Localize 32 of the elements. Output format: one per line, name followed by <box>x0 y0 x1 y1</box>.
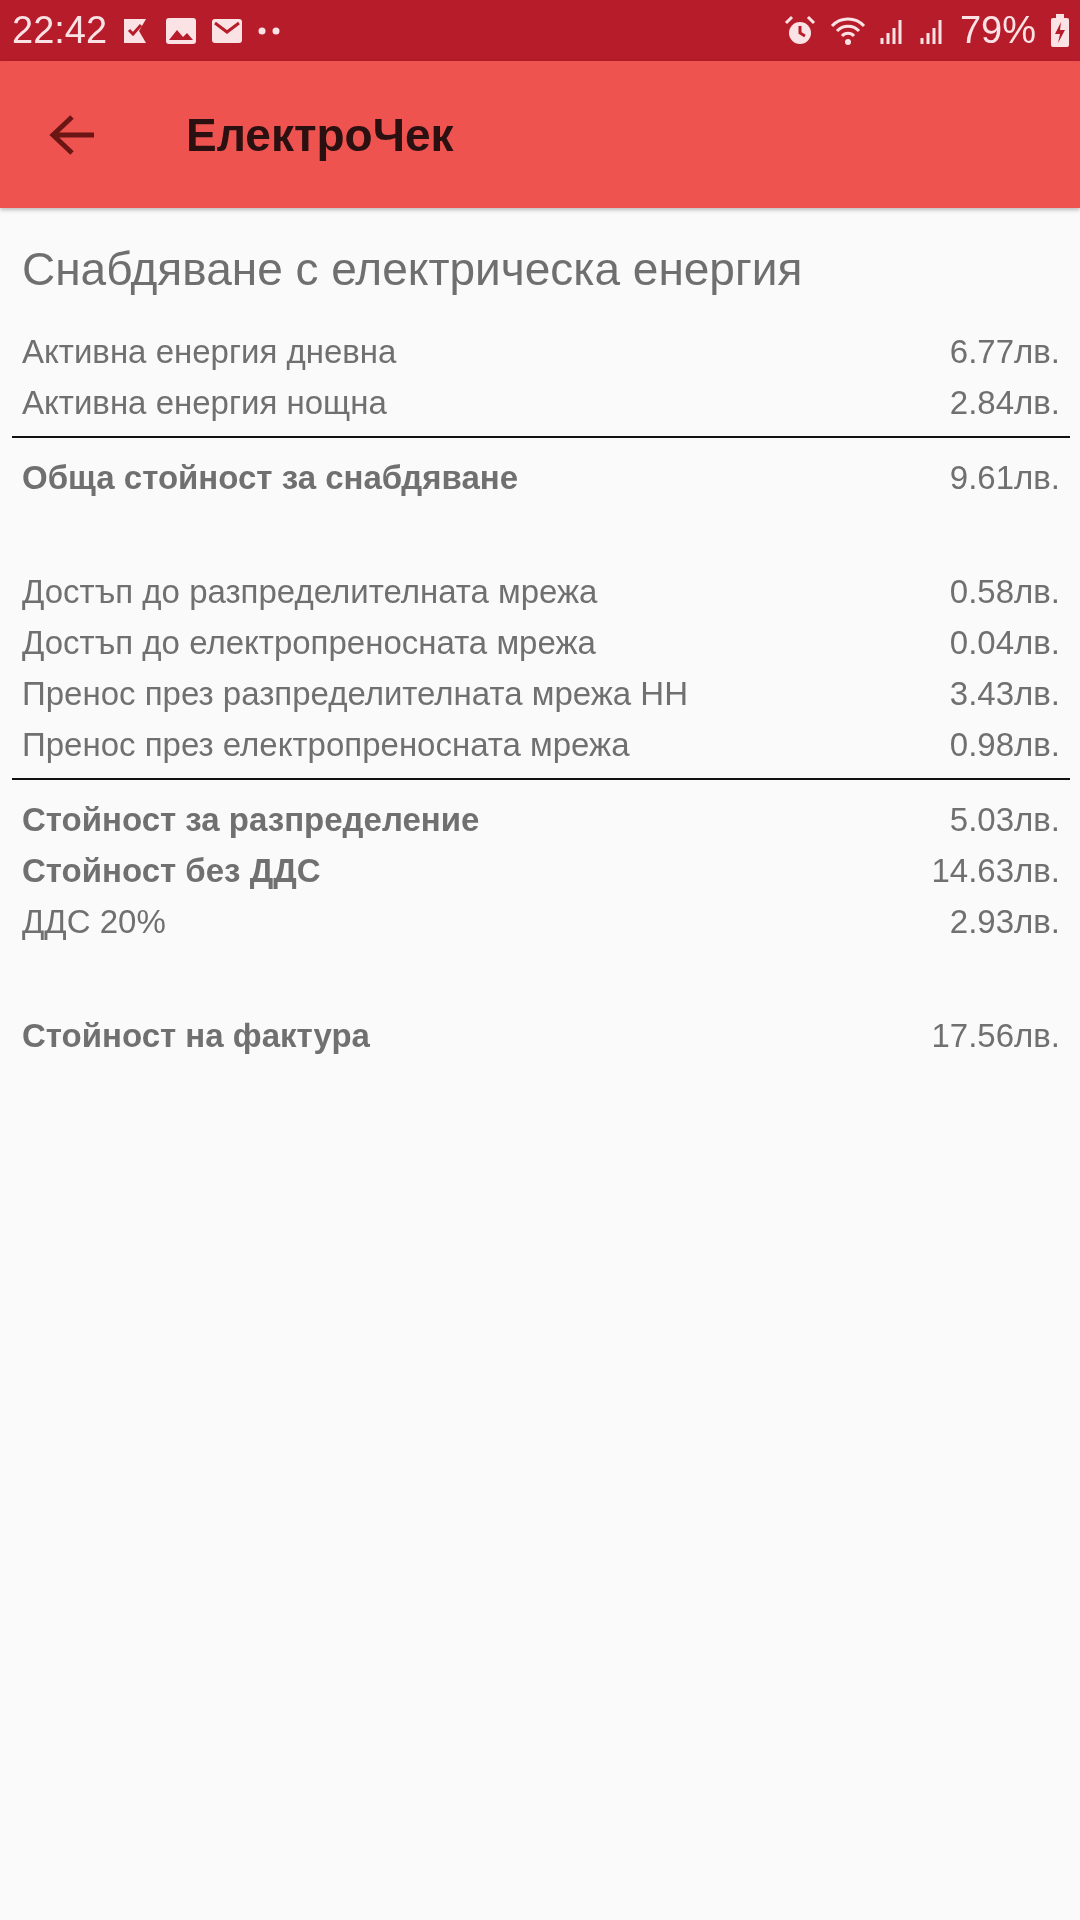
item-amount: 3.43лв. <box>949 674 1060 713</box>
item-label: Стойност без ДДС <box>22 851 321 890</box>
item-label: Достъп до електропреносната мрежа <box>22 623 596 662</box>
item-label: ДДС 20% <box>22 902 166 941</box>
status-time: 22:42 <box>12 9 108 52</box>
item-label: Активна енергия дневна <box>22 332 397 371</box>
battery-charging-icon <box>1050 13 1070 48</box>
item-amount: 14.63лв. <box>931 851 1060 890</box>
wifi-icon <box>829 15 866 46</box>
battery-percent: 79% <box>959 9 1036 52</box>
image-icon <box>165 16 198 45</box>
item-amount: 17.56лв. <box>931 1016 1060 1055</box>
item-amount: 9.61лв. <box>949 458 1060 497</box>
mail-icon <box>211 17 244 44</box>
item-label: Стойност на фактура <box>22 1016 370 1055</box>
item-label: Стойност за разпределение <box>22 800 480 839</box>
item-amount: 2.93лв. <box>949 902 1060 941</box>
item-label: Активна енергия нощна <box>22 383 387 422</box>
item-label: Достъп до разпределителната мрежа <box>22 572 598 611</box>
item-amount: 0.04лв. <box>949 623 1060 662</box>
back-arrow-icon <box>48 113 96 156</box>
item-label: Пренос през електропреносната мрежа <box>22 725 630 764</box>
item-label: Обща стойност за снабдяване <box>22 458 519 497</box>
item-amount: 0.58лв. <box>949 572 1060 611</box>
item-label: Пренос през разпределителната мрежа НН <box>22 674 688 713</box>
alarm-icon <box>783 14 816 47</box>
item-amount: 5.03лв. <box>949 800 1060 839</box>
item-amount: 2.84лв. <box>949 383 1060 422</box>
app-title: ЕлектроЧек <box>186 107 454 162</box>
section-title: Снабдяване с електрическа енергия <box>21 242 804 296</box>
item-amount: 0.98лв. <box>949 725 1060 764</box>
item-amount: 6.77лв. <box>949 332 1060 371</box>
